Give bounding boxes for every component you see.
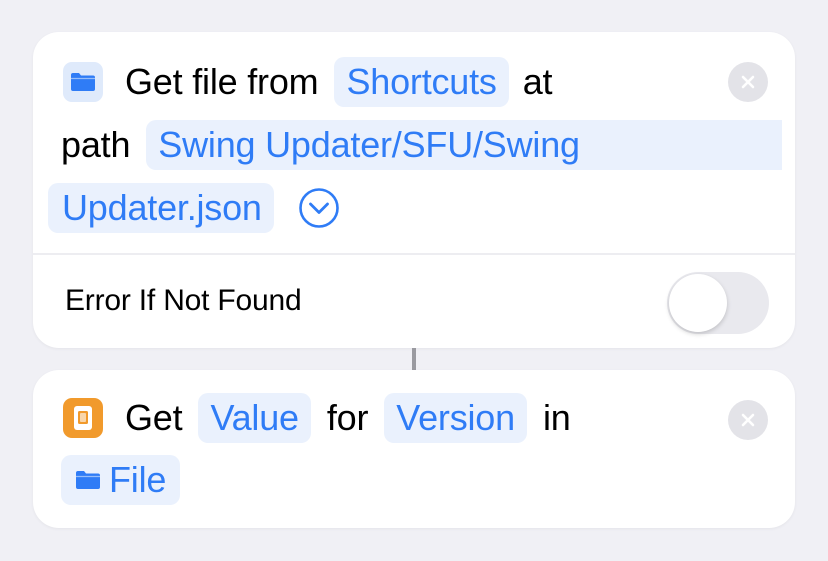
action-verb-text: Get file from <box>125 61 319 102</box>
remove-action-button[interactable] <box>728 400 768 440</box>
expand-chevron-icon[interactable] <box>298 187 340 229</box>
action-header-line: Get Value for Version in <box>63 388 795 448</box>
path-continuation-line: Updater.json <box>48 178 795 238</box>
path-line: path Swing Updater/SFU/Swing <box>61 115 795 175</box>
action-header-line: Get file from Shortcuts at <box>63 52 795 112</box>
dictionary-icon <box>63 398 103 438</box>
in-text: in <box>542 397 571 438</box>
folder-icon <box>75 470 101 490</box>
divider <box>33 253 795 255</box>
at-text: at <box>522 61 553 102</box>
error-if-not-found-toggle[interactable] <box>667 272 769 334</box>
close-icon <box>741 413 755 427</box>
error-if-not-found-label: Error If Not Found <box>65 284 302 317</box>
close-icon <box>741 75 755 89</box>
file-variable-token[interactable]: File <box>61 455 181 505</box>
remove-action-button[interactable] <box>728 62 768 102</box>
path-token-line2[interactable]: Updater.json <box>48 183 274 233</box>
for-text: for <box>326 397 369 438</box>
path-token-line1[interactable]: Swing Updater/SFU/Swing <box>146 120 783 170</box>
location-token[interactable]: Shortcuts <box>334 57 509 107</box>
key-token[interactable]: Version <box>384 393 527 443</box>
value-token[interactable]: Value <box>198 393 311 443</box>
file-variable-label: File <box>109 459 167 500</box>
get-file-action-card[interactable]: Get file from Shortcuts at path Swing Up… <box>33 32 795 348</box>
path-text: path <box>61 124 131 165</box>
toggle-knob <box>669 274 727 332</box>
action-connector <box>412 348 416 370</box>
action-verb-text: Get <box>125 397 183 438</box>
folder-icon <box>63 62 103 102</box>
input-line: File <box>61 450 795 510</box>
get-dictionary-value-card[interactable]: Get Value for Version in File <box>33 370 795 528</box>
